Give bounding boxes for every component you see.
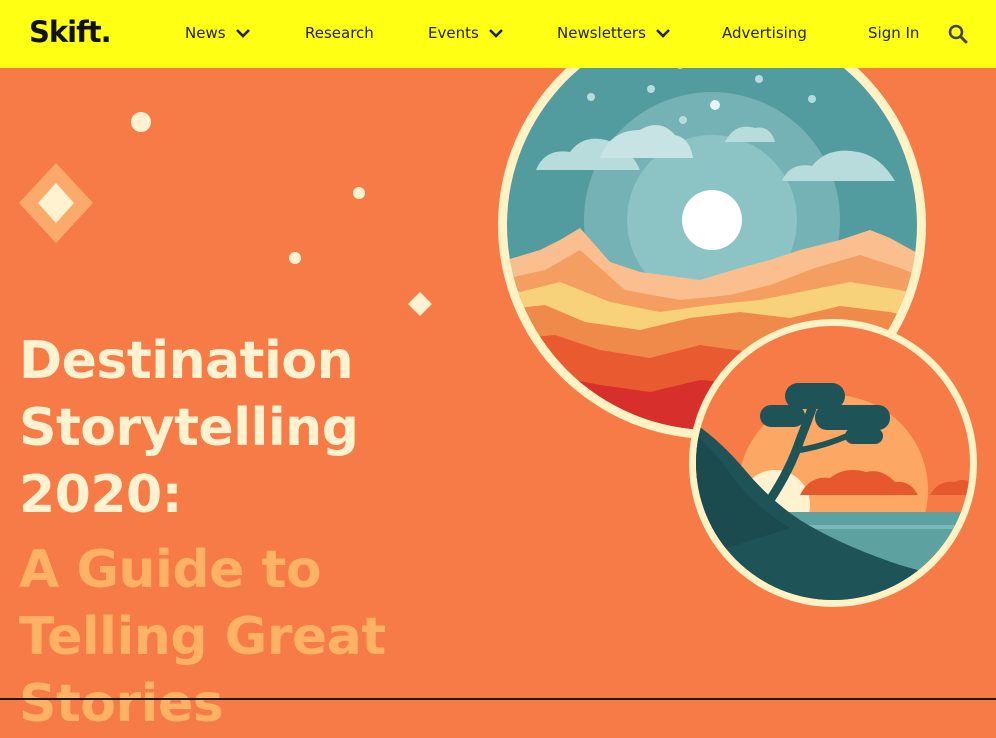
hero-title: Destination Storytelling 2020:	[19, 328, 449, 529]
sign-in-link[interactable]: Sign In	[868, 24, 919, 42]
sun-icon	[682, 190, 742, 250]
nav-newsletters[interactable]: Newsletters	[557, 24, 671, 42]
top-nav: Skift. News Research Events Newsletters …	[0, 0, 996, 68]
nav-newsletters-label: Newsletters	[557, 24, 646, 42]
nav-news[interactable]: News	[185, 24, 251, 42]
nav-news-label: News	[185, 24, 226, 42]
decor-dot	[289, 252, 301, 264]
nav-events[interactable]: Events	[428, 24, 504, 42]
chevron-down-icon	[235, 29, 250, 38]
hero-section: Destination Storytelling 2020: A Guide t…	[0, 68, 996, 734]
decor-dot	[131, 112, 151, 132]
chevron-down-icon	[488, 29, 503, 38]
sparkle-large-icon	[19, 163, 93, 243]
hero-subtitle-line: A Guide to	[19, 540, 322, 600]
nav-events-label: Events	[428, 24, 479, 42]
sparkle-small-icon	[408, 292, 432, 316]
nav-research[interactable]: Research	[305, 24, 374, 42]
hero-subtitle-line: Stories	[19, 674, 224, 734]
sign-in-label: Sign In	[868, 24, 920, 42]
search-icon[interactable]	[948, 24, 968, 44]
nav-research-label: Research	[305, 24, 374, 42]
decor-dot	[353, 187, 365, 199]
hero-title-line: Storytelling	[19, 398, 359, 458]
skift-logo[interactable]: Skift.	[29, 15, 112, 49]
chevron-down-icon	[655, 29, 670, 38]
nav-advertising[interactable]: Advertising	[722, 24, 807, 42]
hero-title-line: Destination	[19, 331, 354, 391]
hero-subtitle: A Guide to Telling Great Stories	[19, 537, 459, 738]
nav-advertising-label: Advertising	[722, 24, 807, 42]
hero-title-line: 2020:	[19, 465, 183, 525]
hero-subtitle-line: Telling Great	[19, 607, 386, 667]
